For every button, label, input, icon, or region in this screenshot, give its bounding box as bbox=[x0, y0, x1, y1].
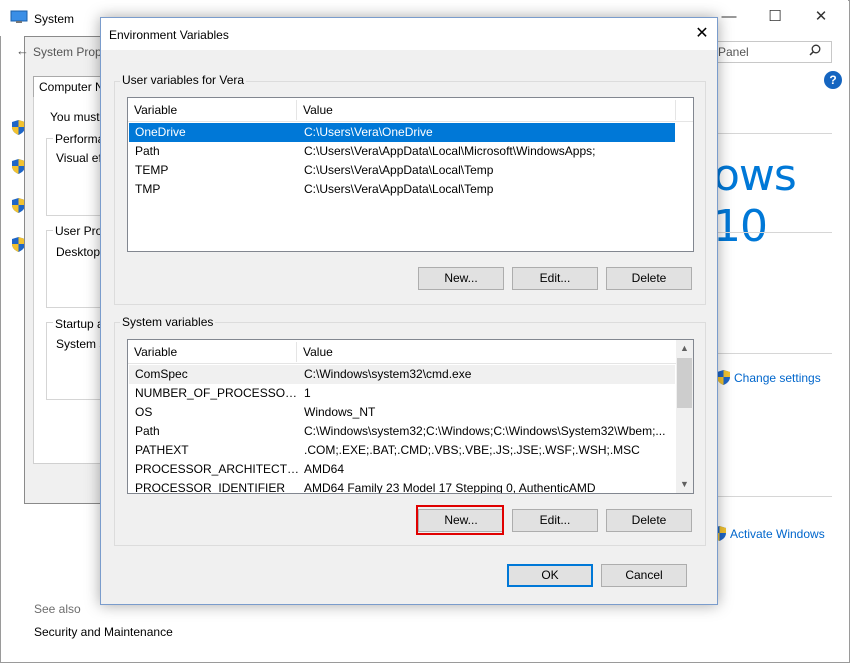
system-properties-title: System Prop bbox=[33, 45, 102, 59]
value-cell: AMD64 bbox=[304, 462, 345, 476]
value-cell: C:\Windows\system32;C:\Windows;C:\Window… bbox=[304, 424, 666, 438]
variable-cell: TEMP bbox=[135, 163, 169, 177]
table-row[interactable]: OS Windows_NT bbox=[129, 403, 675, 422]
table-row[interactable]: Path C:\Windows\system32;C:\Windows;C:\W… bbox=[129, 422, 675, 441]
variable-cell: PATHEXT bbox=[135, 443, 189, 457]
value-cell: Windows_NT bbox=[304, 405, 376, 419]
variable-cell: Path bbox=[135, 144, 160, 158]
table-row[interactable]: PROCESSOR_ARCHITECTURE AMD64 bbox=[129, 460, 675, 479]
separator bbox=[710, 232, 832, 233]
table-row[interactable]: TEMP C:\Users\Vera\AppData\Local\Temp bbox=[129, 161, 675, 180]
system-window-title: System bbox=[34, 12, 75, 26]
table-row[interactable]: NUMBER_OF_PROCESSORS 1 bbox=[129, 384, 675, 403]
value-cell: AMD64 Family 23 Model 17 Stepping 0, Aut… bbox=[304, 481, 596, 494]
activate-windows-link[interactable]: Activate Windows bbox=[713, 526, 825, 541]
system-delete-button[interactable]: Delete bbox=[606, 509, 692, 532]
list-header: Variable Value bbox=[128, 340, 677, 364]
see-also-heading: See also bbox=[34, 602, 81, 616]
column-header-variable[interactable]: Variable bbox=[128, 98, 296, 122]
user-new-button[interactable]: New... bbox=[418, 267, 504, 290]
change-settings-label: Change settings bbox=[734, 370, 821, 385]
separator bbox=[710, 133, 832, 134]
separator bbox=[710, 496, 832, 497]
help-icon[interactable]: ? bbox=[824, 71, 842, 89]
vertical-scrollbar[interactable]: ▲ ▼ bbox=[676, 340, 693, 493]
column-header-variable[interactable]: Variable bbox=[128, 340, 296, 364]
dialog-title: Environment Variables bbox=[109, 28, 229, 42]
table-row[interactable]: PROCESSOR_IDENTIFIER AMD64 Family 23 Mod… bbox=[129, 479, 675, 494]
change-settings-link[interactable]: Change settings bbox=[717, 370, 821, 385]
scroll-up-arrow-icon[interactable]: ▲ bbox=[676, 340, 693, 357]
variable-cell: OS bbox=[135, 405, 153, 419]
search-placeholder: Panel bbox=[718, 45, 749, 59]
variable-cell: ComSpec bbox=[135, 367, 188, 381]
maximize-button[interactable]: ☐ bbox=[752, 0, 798, 32]
system-edit-button[interactable]: Edit... bbox=[512, 509, 598, 532]
variable-cell: NUMBER_OF_PROCESSORS bbox=[135, 386, 300, 400]
value-cell: .COM;.EXE;.BAT;.CMD;.VBS;.VBE;.JS;.JSE;.… bbox=[304, 443, 640, 457]
variable-cell: TMP bbox=[135, 182, 161, 196]
ok-button[interactable]: OK bbox=[507, 564, 593, 587]
back-arrow-icon[interactable]: ← bbox=[16, 43, 29, 58]
variable-cell: PROCESSOR_IDENTIFIER bbox=[135, 481, 286, 494]
environment-variables-dialog: Environment Variables ✕ User variables f… bbox=[100, 17, 718, 605]
system-variables-list[interactable]: Variable Value ComSpec C:\Windows\system… bbox=[127, 339, 694, 494]
value-cell: C:\Users\Vera\OneDrive bbox=[304, 125, 433, 139]
system-variables-label: System variables bbox=[120, 315, 216, 329]
windows-10-logo-text: ows 10 bbox=[713, 150, 797, 252]
close-button[interactable]: ✕ bbox=[798, 0, 844, 32]
scroll-thumb[interactable] bbox=[677, 358, 692, 408]
table-row[interactable]: OneDrive C:\Users\Vera\OneDrive bbox=[129, 123, 675, 142]
value-cell: C:\Users\Vera\AppData\Local\Temp bbox=[304, 163, 494, 177]
column-separator[interactable] bbox=[675, 100, 676, 120]
user-edit-button[interactable]: Edit... bbox=[512, 267, 598, 290]
scroll-down-arrow-icon[interactable]: ▼ bbox=[676, 476, 693, 493]
variable-cell: PROCESSOR_ARCHITECTURE bbox=[135, 462, 300, 476]
table-row[interactable]: ComSpec C:\Windows\system32\cmd.exe bbox=[129, 365, 675, 384]
user-delete-button[interactable]: Delete bbox=[606, 267, 692, 290]
value-cell: C:\Users\Vera\AppData\Local\Microsoft\Wi… bbox=[304, 144, 596, 158]
highlight-annotation bbox=[416, 505, 504, 535]
activate-windows-label: Activate Windows bbox=[730, 526, 825, 541]
list-header: Variable Value bbox=[128, 98, 693, 122]
table-row[interactable]: PATHEXT .COM;.EXE;.BAT;.CMD;.VBS;.VBE;.J… bbox=[129, 441, 675, 460]
value-cell: C:\Users\Vera\AppData\Local\Temp bbox=[304, 182, 494, 196]
uac-shield-icon bbox=[717, 370, 730, 385]
security-and-maintenance-link[interactable]: Security and Maintenance bbox=[34, 625, 173, 639]
system-app-icon bbox=[10, 10, 28, 24]
cancel-button[interactable]: Cancel bbox=[601, 564, 687, 587]
table-row[interactable]: Path C:\Users\Vera\AppData\Local\Microso… bbox=[129, 142, 675, 161]
dialog-close-button[interactable]: ✕ bbox=[689, 22, 715, 46]
value-cell: C:\Windows\system32\cmd.exe bbox=[304, 367, 472, 381]
separator bbox=[710, 353, 832, 354]
value-cell: 1 bbox=[304, 386, 311, 400]
user-variables-list[interactable]: Variable Value OneDrive C:\Users\Vera\On… bbox=[127, 97, 694, 252]
user-variables-label: User variables for Vera bbox=[120, 73, 247, 87]
column-header-value[interactable]: Value bbox=[297, 98, 597, 122]
search-icon[interactable] bbox=[809, 44, 821, 59]
table-row[interactable]: TMP C:\Users\Vera\AppData\Local\Temp bbox=[129, 180, 675, 199]
variable-cell: OneDrive bbox=[135, 125, 186, 139]
variable-cell: Path bbox=[135, 424, 160, 438]
column-header-value[interactable]: Value bbox=[297, 340, 597, 364]
